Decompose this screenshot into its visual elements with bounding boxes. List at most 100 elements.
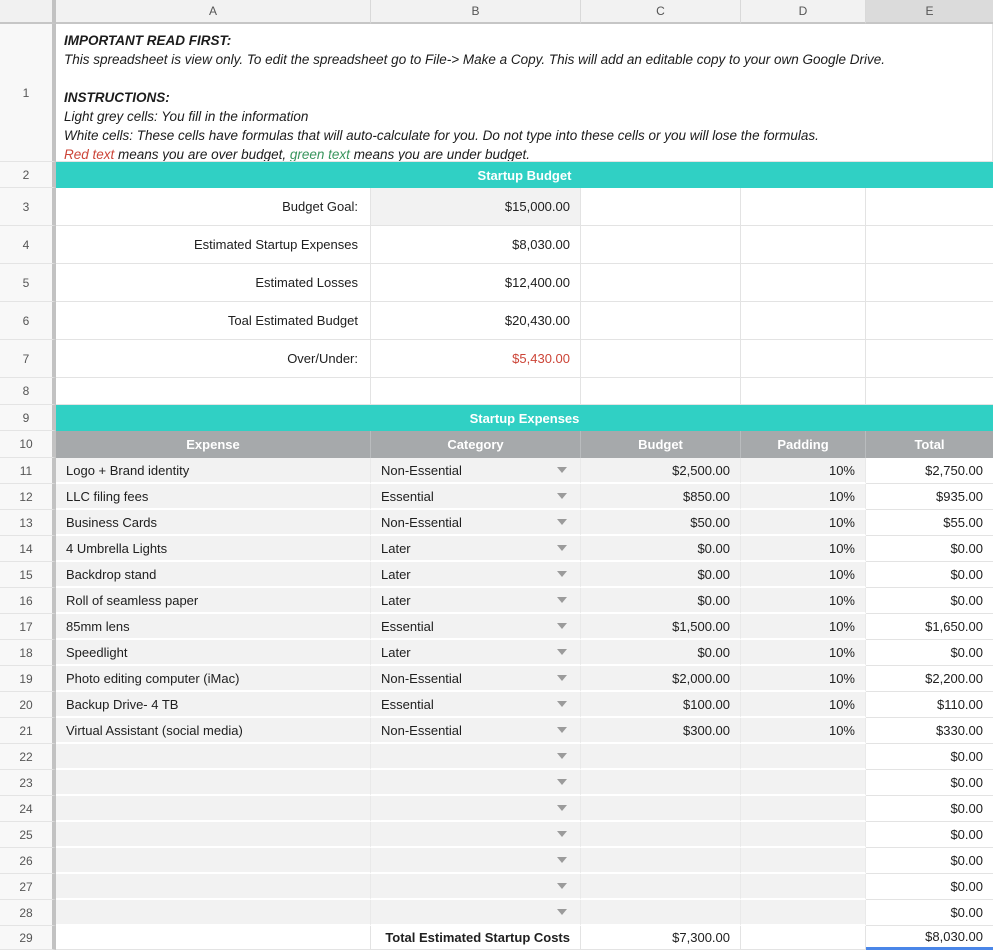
expense-budget-cell[interactable]: $2,500.00 [581, 458, 741, 484]
column-header-c[interactable]: C [581, 0, 741, 24]
grand-total-cell[interactable]: $8,030.00 [866, 926, 993, 950]
empty-cell[interactable] [866, 340, 993, 378]
expense-padding-cell[interactable]: 10% [741, 458, 866, 484]
expense-padding-cell[interactable]: 10% [741, 562, 866, 588]
expense-total-cell[interactable]: $0.00 [866, 874, 993, 900]
expense-total-cell[interactable]: $0.00 [866, 562, 993, 588]
empty-cell[interactable] [866, 226, 993, 264]
expense-padding-cell[interactable] [741, 848, 866, 874]
expense-total-cell[interactable]: $0.00 [866, 796, 993, 822]
empty-cell[interactable] [581, 378, 741, 405]
expense-padding-cell[interactable] [741, 744, 866, 770]
dropdown-arrow-icon[interactable] [557, 883, 567, 889]
expense-budget-cell[interactable] [581, 796, 741, 822]
header-expense[interactable]: Expense [56, 431, 371, 458]
expense-name-cell[interactable] [56, 848, 371, 874]
expense-total-cell[interactable]: $0.00 [866, 536, 993, 562]
dropdown-arrow-icon[interactable] [557, 753, 567, 759]
row-number[interactable]: 2 [0, 162, 56, 188]
expense-category-cell[interactable]: Later [371, 562, 581, 588]
empty-cell[interactable] [866, 264, 993, 302]
expense-total-cell[interactable]: $0.00 [866, 770, 993, 796]
row-number[interactable]: 20 [0, 692, 56, 718]
column-header-a[interactable]: A [56, 0, 371, 24]
expense-budget-cell[interactable]: $0.00 [581, 562, 741, 588]
expense-budget-cell[interactable]: $300.00 [581, 718, 741, 744]
expense-padding-cell[interactable]: 10% [741, 718, 866, 744]
over-under-label-cell[interactable]: Over/Under: [56, 340, 371, 378]
expense-budget-cell[interactable]: $2,000.00 [581, 666, 741, 692]
expense-name-cell[interactable] [56, 770, 371, 796]
expense-total-cell[interactable]: $1,650.00 [866, 614, 993, 640]
row-number[interactable]: 1 [0, 24, 56, 162]
select-all-corner[interactable] [0, 0, 56, 24]
expense-budget-cell[interactable] [581, 848, 741, 874]
column-header-d[interactable]: D [741, 0, 866, 24]
total-budget-cell[interactable]: $7,300.00 [581, 926, 741, 950]
dropdown-arrow-icon[interactable] [557, 519, 567, 525]
empty-cell[interactable] [741, 302, 866, 340]
budget-goal-value-cell[interactable]: $15,000.00 [371, 188, 581, 226]
empty-cell[interactable] [371, 378, 581, 405]
expense-name-cell[interactable]: Logo + Brand identity [56, 458, 371, 484]
expense-name-cell[interactable] [56, 796, 371, 822]
expense-budget-cell[interactable] [581, 744, 741, 770]
expense-category-cell[interactable] [371, 744, 581, 770]
expense-category-cell[interactable] [371, 900, 581, 926]
row-number[interactable]: 8 [0, 378, 56, 405]
expense-category-cell[interactable] [371, 822, 581, 848]
expense-total-cell[interactable]: $110.00 [866, 692, 993, 718]
row-number[interactable]: 17 [0, 614, 56, 640]
total-costs-label-cell[interactable]: Total Estimated Startup Costs [371, 926, 581, 950]
column-header-e[interactable]: E [866, 0, 993, 24]
dropdown-arrow-icon[interactable] [557, 597, 567, 603]
estimated-losses-value-cell[interactable]: $12,400.00 [371, 264, 581, 302]
expense-padding-cell[interactable]: 10% [741, 484, 866, 510]
expense-name-cell[interactable] [56, 874, 371, 900]
estimated-expenses-label-cell[interactable]: Estimated Startup Expenses [56, 226, 371, 264]
expense-budget-cell[interactable]: $100.00 [581, 692, 741, 718]
row-number[interactable]: 27 [0, 874, 56, 900]
expense-padding-cell[interactable]: 10% [741, 666, 866, 692]
dropdown-arrow-icon[interactable] [557, 649, 567, 655]
row-number[interactable]: 18 [0, 640, 56, 666]
expense-total-cell[interactable]: $0.00 [866, 588, 993, 614]
expense-total-cell[interactable]: $2,200.00 [866, 666, 993, 692]
expense-padding-cell[interactable] [741, 770, 866, 796]
header-total[interactable]: Total [866, 431, 993, 458]
row-number[interactable]: 21 [0, 718, 56, 744]
expense-category-cell[interactable]: Later [371, 536, 581, 562]
expense-category-cell[interactable]: Essential [371, 614, 581, 640]
empty-cell[interactable] [581, 264, 741, 302]
expense-total-cell[interactable]: $0.00 [866, 822, 993, 848]
expense-padding-cell[interactable]: 10% [741, 640, 866, 666]
expense-total-cell[interactable]: $2,750.00 [866, 458, 993, 484]
empty-cell[interactable] [581, 188, 741, 226]
empty-cell[interactable] [581, 226, 741, 264]
expense-padding-cell[interactable]: 10% [741, 588, 866, 614]
expense-budget-cell[interactable] [581, 900, 741, 926]
estimated-losses-label-cell[interactable]: Estimated Losses [56, 264, 371, 302]
empty-cell[interactable] [741, 188, 866, 226]
total-estimated-budget-value-cell[interactable]: $20,430.00 [371, 302, 581, 340]
expense-budget-cell[interactable]: $0.00 [581, 536, 741, 562]
expense-name-cell[interactable]: Roll of seamless paper [56, 588, 371, 614]
dropdown-arrow-icon[interactable] [557, 805, 567, 811]
expense-total-cell[interactable]: $0.00 [866, 640, 993, 666]
row-number[interactable]: 11 [0, 458, 56, 484]
column-header-b[interactable]: B [371, 0, 581, 24]
expense-total-cell[interactable]: $55.00 [866, 510, 993, 536]
empty-cell[interactable] [581, 340, 741, 378]
row-number[interactable]: 5 [0, 264, 56, 302]
empty-cell[interactable] [741, 226, 866, 264]
expense-padding-cell[interactable]: 10% [741, 614, 866, 640]
row-number[interactable]: 12 [0, 484, 56, 510]
header-budget[interactable]: Budget [581, 431, 741, 458]
expense-category-cell[interactable] [371, 848, 581, 874]
expense-name-cell[interactable] [56, 822, 371, 848]
expense-padding-cell[interactable]: 10% [741, 692, 866, 718]
expense-padding-cell[interactable]: 10% [741, 536, 866, 562]
row-number[interactable]: 24 [0, 796, 56, 822]
empty-cell[interactable] [741, 264, 866, 302]
expense-budget-cell[interactable]: $850.00 [581, 484, 741, 510]
